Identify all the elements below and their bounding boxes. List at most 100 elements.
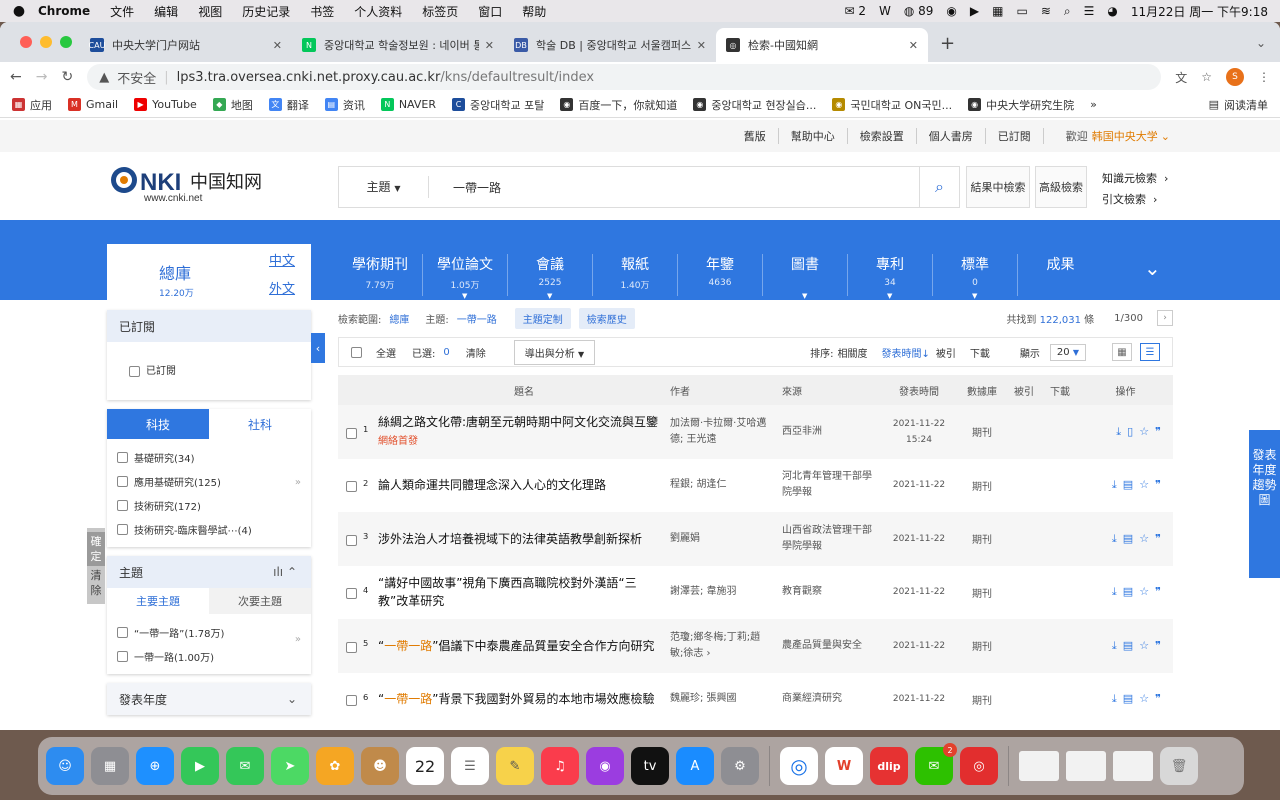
profile-avatar[interactable]: S [1226,68,1244,86]
search-history-button[interactable]: 檢索歷史 [578,307,635,329]
filter-checkbox[interactable] [117,499,128,511]
trash-icon[interactable]: 🗑 [1160,747,1198,785]
bar-chart-collapse-icon[interactable]: ılı ⌃ [273,565,297,579]
expand-more-icon[interactable]: » [295,477,301,488]
category-newspapers[interactable]: 報紙 1.40万 [593,254,678,296]
html-read-icon[interactable]: ▤ [1123,532,1139,545]
download-icon[interactable]: ⤓ [1112,692,1123,705]
favorite-star-icon[interactable]: ☆ [1139,425,1155,438]
bookmark-baidu[interactable]: ◉ 百度一下，你就知道 [560,97,677,113]
html-read-icon[interactable]: ▤ [1123,639,1139,652]
expand-categories-chevron-icon[interactable]: ⌄ [1144,256,1161,280]
bookmark-maps[interactable]: ◆ 地图 [212,97,253,113]
source-link[interactable]: 山西省政法管理干部學院學報 [770,512,880,566]
favorite-star-icon[interactable]: ☆ [1139,692,1155,705]
search-in-results-button[interactable]: 結果中檢索 [966,166,1030,208]
sort-relevance[interactable]: 相關度 [838,345,868,360]
bookmark-youtube[interactable]: ▶ YouTube [134,98,197,111]
battery-icon[interactable]: ▭ [1016,4,1027,18]
source-link[interactable]: 農產品質量與安全 [770,619,880,673]
authors[interactable]: 范瓊;鄉冬梅;丁莉;趙敏;徐志 › [670,619,770,673]
scope-db[interactable]: 總庫 [389,311,409,326]
wechat-status-icon[interactable]: ✉ 2 [844,4,866,18]
select-all-checkbox[interactable] [351,346,362,358]
filter-item[interactable]: 應用基礎研究(125) [117,469,301,493]
system-settings-icon[interactable]: ⚙ [721,747,759,785]
bookmark-kookmin[interactable]: ◉ 국민대학교 ON국민... [832,97,952,113]
category-journals[interactable]: 學術期刊 7.79万 [338,254,423,296]
total-database-card[interactable]: 總庫 12.20万 中文 外文 [107,244,311,300]
menu-help[interactable]: 帮助 [522,3,546,20]
filter-checkbox[interactable] [117,475,128,487]
year-head[interactable]: 發表年度 ⌄ [107,683,311,715]
menu-edit[interactable]: 编辑 [154,3,178,20]
contacts-icon[interactable]: ☻ [361,747,399,785]
bookmark-grad-school[interactable]: ◉ 中央大学研究生院 [968,97,1074,113]
html-read-icon[interactable]: ▤ [1123,585,1139,598]
html-read-icon[interactable]: ▤ [1123,478,1139,491]
browser-tab-3[interactable]: DB 학술 DB | 중앙대학교 서울캠퍼스 학... ✕ [504,28,716,62]
row-checkbox[interactable] [346,695,357,707]
dlip-icon[interactable]: dlip [870,747,908,785]
authors[interactable]: 謝澤芸; 韋施羽 [670,566,770,620]
minimize-window-button[interactable] [40,36,52,48]
reading-list[interactable]: ▤ 阅读清单 [1209,97,1268,113]
tab-close-icon[interactable]: ✕ [273,39,282,52]
reminders-icon[interactable]: ☰ [451,747,489,785]
authors[interactable]: 魏麗珍; 張興國 [670,673,770,727]
close-window-button[interactable] [20,36,32,48]
favorite-star-icon[interactable]: ☆ [1139,585,1155,598]
bookmark-naver[interactable]: N NAVER [380,98,436,111]
finder-icon[interactable]: ☺ [46,747,84,785]
knowledge-search-link[interactable]: 知識元檢索 › [1102,168,1168,189]
reload-icon[interactable]: ↻ [61,69,73,85]
article-title-link[interactable]: “一帶一路”倡議下中泰農產品質量安全合作方向研究 [378,619,670,673]
tab-main-topic[interactable]: 主要主題 [107,588,209,614]
maps-icon[interactable]: ➤ [271,747,309,785]
bookmark-news[interactable]: ▤ 资讯 [324,97,365,113]
menu-tabs[interactable]: 标签页 [422,3,458,20]
cite-quote-icon[interactable]: ❞ [1155,585,1167,598]
article-title-link[interactable]: “講好中國故事”視角下廣西高職院校對外漢語“三教”改革研究 [378,576,637,608]
link-search-settings[interactable]: 檢索設置 [848,128,917,144]
warning-icon[interactable]: ▲ [99,70,109,85]
facetime-icon[interactable]: ▶ [181,747,219,785]
tab-social[interactable]: 社科 [209,409,311,439]
list-view-icon[interactable]: ☰ [1140,343,1160,361]
row-checkbox[interactable] [346,534,357,546]
chevron-down-icon[interactable]: ⌄ [287,692,297,706]
chinese-link[interactable]: 中文 [269,250,295,269]
notes-icon[interactable]: ✎ [496,747,534,785]
sort-cited[interactable]: 被引 [936,345,956,360]
cite-quote-icon[interactable]: ❞ [1155,692,1167,705]
expand-more-icon[interactable]: » [295,634,301,645]
cite-quote-icon[interactable]: ❞ [1155,478,1167,491]
star-icon[interactable]: ☆ [1201,70,1212,84]
bookmark-apps[interactable]: ▦ 应用 [12,97,52,113]
wps-icon[interactable]: W [825,747,863,785]
tab-close-icon[interactable]: ✕ [697,39,706,52]
source-link[interactable]: 教育觀察 [770,566,880,620]
sort-date[interactable]: 發表時間↓ [882,345,930,360]
filter-item[interactable]: 基礎研究(34) [117,445,301,469]
download-icon[interactable]: ⤓ [1116,425,1127,438]
favorite-star-icon[interactable]: ☆ [1139,532,1155,545]
article-title-link[interactable]: 涉外法治人才培養視域下的法律英語教學創新探析 [378,532,642,546]
browser-tab-4-active[interactable]: ◎ 检索-中國知網 ✕ [716,28,928,62]
filter-item[interactable]: 技術研究(172) [117,493,301,517]
read-book-icon[interactable]: ▯ [1127,425,1139,438]
category-conferences[interactable]: 會議 2525 ▼ [508,254,593,300]
chrome-icon[interactable]: ◎ [780,747,818,785]
next-page-button[interactable]: › [1157,310,1173,326]
menu-window[interactable]: 窗口 [478,3,502,20]
foreign-link[interactable]: 外文 [269,278,295,297]
menu-history[interactable]: 历史记录 [242,3,290,20]
back-arrow-icon[interactable]: ← [10,69,22,85]
spotlight-icon[interactable]: ⌕ [1064,4,1071,19]
minimized-window-1[interactable] [1019,751,1059,781]
clock[interactable]: 11月22日 周一 下午9:18 [1131,3,1268,20]
download-icon[interactable]: ⤓ [1112,532,1123,545]
clear-selection-button[interactable]: 清除 [466,345,486,360]
category-standards[interactable]: 標準 0 ▼ [933,254,1018,300]
menu-file[interactable]: 文件 [110,3,134,20]
